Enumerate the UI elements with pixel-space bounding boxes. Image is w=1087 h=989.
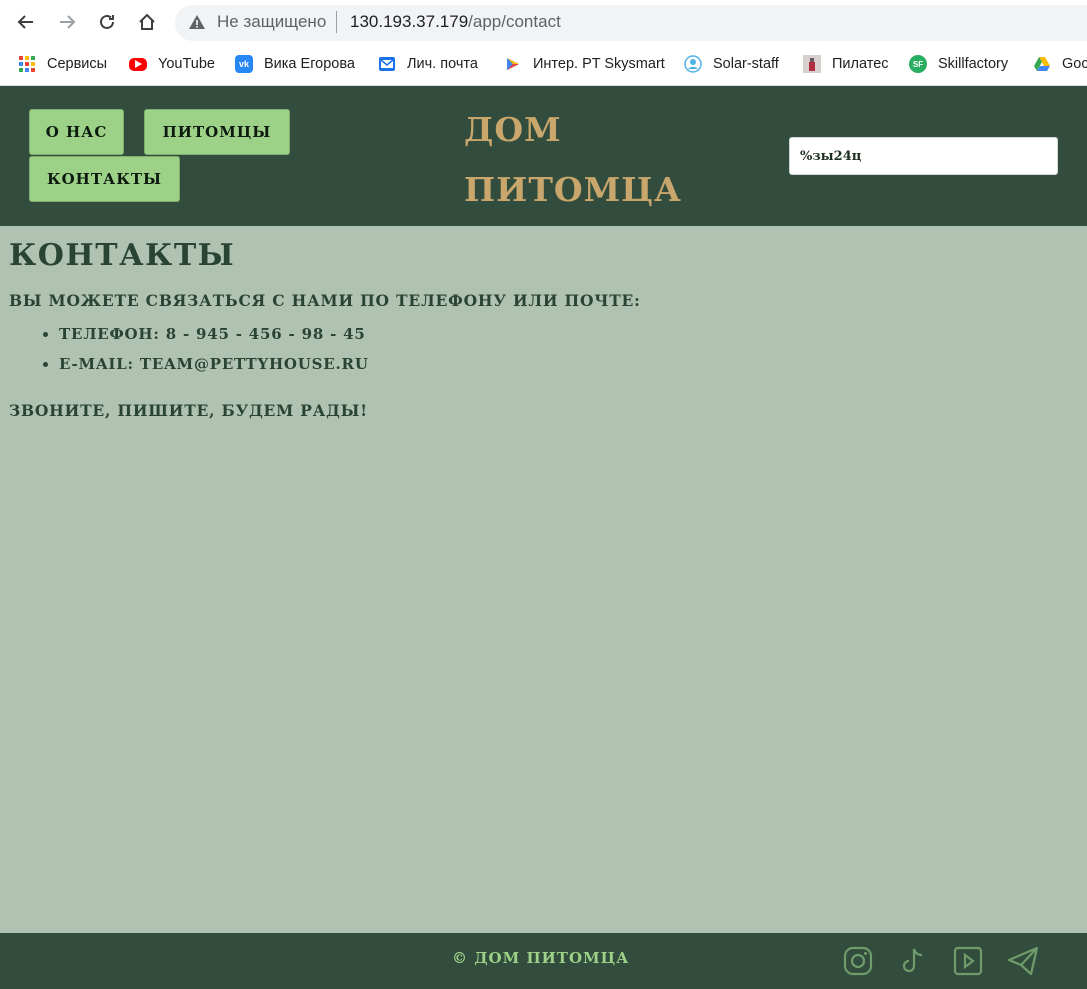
bookmark-mail[interactable]: Лич. почта — [378, 54, 478, 74]
footer-copyright: © дом питомца — [452, 949, 630, 967]
bookmark-services[interactable]: Сервисы — [18, 54, 107, 74]
site-logo[interactable]: ДОМ ПИТОМЦА — [464, 100, 724, 220]
contact-email[interactable]: E-mail: team@pettyhouse.ru — [59, 349, 1069, 379]
contact-phone: Телефон: 8 - 945 - 456 - 98 - 45 — [59, 319, 1069, 349]
bookmark-label: Вика Егорова — [264, 56, 355, 72]
divider — [336, 11, 337, 33]
logo-line-2: ПИТОМЦА — [464, 170, 682, 209]
logo-line-1: ДОМ — [464, 110, 562, 149]
youtube-icon — [129, 57, 147, 71]
bookmark-label: Сервисы — [47, 56, 108, 72]
mail-icon — [378, 55, 396, 73]
bookmark-label: Goc — [1062, 56, 1087, 72]
bookmark-label: Skillfactory — [938, 56, 1009, 72]
bookmark-google-drive[interactable]: Goc — [1033, 54, 1087, 74]
url-text[interactable]: 130.193.37.179/app/contact — [350, 12, 561, 32]
bookmark-skillfactory[interactable]: SF Skillfactory — [909, 54, 1008, 74]
play-icon — [504, 55, 522, 73]
skillfactory-icon: SF — [909, 55, 927, 73]
vk-icon: vk — [235, 55, 253, 73]
site-footer: © дом питомца — [0, 933, 1087, 989]
nav-about-button[interactable]: О нас — [29, 109, 124, 155]
apps-grid-icon — [18, 55, 36, 73]
search-input[interactable] — [789, 137, 1058, 175]
bookmark-vk[interactable]: vk Вика Егорова — [235, 54, 355, 74]
bookmark-youtube[interactable]: YouTube — [129, 54, 215, 74]
contacts-list: Телефон: 8 - 945 - 456 - 98 - 45 E-mail:… — [59, 319, 1069, 379]
main-content: Контакты Вы можете связаться с нами по т… — [9, 235, 1069, 420]
nav-contacts-button[interactable]: контакты — [29, 156, 180, 202]
contacts-outro: Звоните, пишите, будем рады! — [9, 401, 368, 420]
tiktok-icon[interactable] — [897, 945, 929, 977]
bookmark-label: Интер. PT Skysmart — [533, 56, 665, 72]
pilates-photo-icon — [803, 55, 821, 73]
bookmark-label: Лич. почта — [407, 56, 478, 72]
page-title: Контакты — [9, 238, 236, 273]
reload-icon[interactable] — [94, 9, 120, 35]
forward-arrow-icon[interactable] — [54, 9, 80, 35]
security-label[interactable]: Не защищено — [217, 12, 326, 32]
bookmark-pilates[interactable]: Пилатес — [803, 54, 889, 74]
google-drive-icon — [1033, 55, 1051, 73]
home-icon[interactable] — [134, 9, 160, 35]
youtube-icon[interactable] — [952, 945, 984, 977]
telegram-icon[interactable] — [1007, 945, 1039, 977]
browser-toolbar: Не защищено 130.193.37.179/app/contact — [0, 0, 1087, 46]
bookmark-label: YouTube — [158, 56, 215, 72]
bookmark-solar-staff[interactable]: Solar-staff — [684, 54, 779, 74]
instagram-icon[interactable] — [842, 945, 874, 977]
bookmark-label: Пилатес — [832, 56, 889, 72]
bookmark-label: Solar-staff — [713, 56, 779, 72]
contacts-intro: Вы можете связаться с нами по телефону и… — [9, 291, 641, 310]
warning-triangle-icon[interactable] — [188, 13, 206, 36]
bookmark-skysmart[interactable]: Интер. PT Skysmart — [504, 54, 665, 74]
nav-pets-button[interactable]: питомцы — [144, 109, 290, 155]
solar-staff-icon — [684, 55, 702, 73]
back-arrow-icon[interactable] — [13, 9, 39, 35]
bookmarks-bar: Сервисы YouTube vk Вика Егорова Лич. поч… — [0, 46, 1087, 86]
